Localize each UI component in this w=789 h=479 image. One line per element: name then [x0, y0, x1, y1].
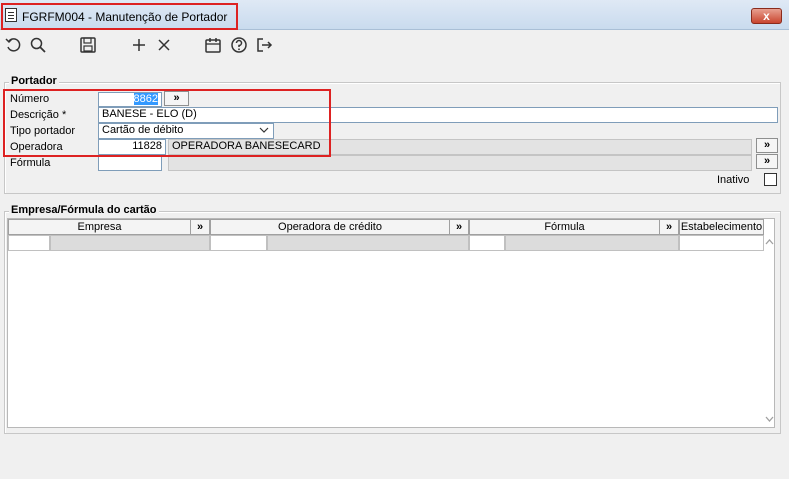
operadora-credito-name-cell	[267, 235, 469, 251]
help-icon[interactable]	[228, 34, 250, 56]
estabelecimento-cell[interactable]	[679, 235, 764, 251]
scroll-down-icon[interactable]	[765, 414, 774, 426]
empresa-formula-group-title: Empresa/Fórmula do cartão	[9, 204, 159, 216]
column-header-formula[interactable]: Fórmula	[469, 219, 660, 235]
column-header-estabelecimento[interactable]: Estabelecimento	[679, 219, 764, 235]
fields-highlight-box	[3, 89, 331, 157]
add-icon[interactable]	[128, 34, 150, 56]
close-button[interactable]: x	[751, 8, 782, 24]
formula-grid-lookup-button[interactable]: »	[659, 219, 679, 235]
empresa-lookup-button[interactable]: »	[190, 219, 210, 235]
column-header-operadora-credito[interactable]: Operadora de crédito	[210, 219, 450, 235]
formula-code-field[interactable]	[98, 155, 162, 171]
formula-lookup-button[interactable]: »	[756, 154, 778, 169]
operadora-credito-lookup-button[interactable]: »	[449, 219, 469, 235]
search-icon[interactable]	[27, 34, 49, 56]
formula-code-cell[interactable]	[469, 235, 505, 251]
calendar-icon[interactable]	[202, 34, 224, 56]
empresa-name-cell	[50, 235, 210, 251]
toolbar	[0, 31, 789, 61]
empresa-code-cell[interactable]	[8, 235, 50, 251]
title-highlight-box	[1, 3, 238, 30]
formula-name-field	[168, 155, 752, 171]
scroll-up-icon[interactable]	[765, 237, 774, 249]
inativo-label: Inativo	[717, 174, 750, 186]
column-header-empresa[interactable]: Empresa	[8, 219, 191, 235]
delete-icon[interactable]	[153, 34, 175, 56]
undo-icon[interactable]	[2, 34, 24, 56]
formula-label: Fórmula	[10, 157, 51, 169]
operadora-credito-code-cell[interactable]	[210, 235, 267, 251]
formula-name-cell	[505, 235, 679, 251]
inativo-checkbox[interactable]	[764, 173, 777, 186]
portador-group-title: Portador	[9, 75, 59, 87]
save-icon[interactable]	[77, 34, 99, 56]
exit-icon[interactable]	[253, 34, 275, 56]
operadora-lookup-button[interactable]: »	[756, 138, 778, 153]
